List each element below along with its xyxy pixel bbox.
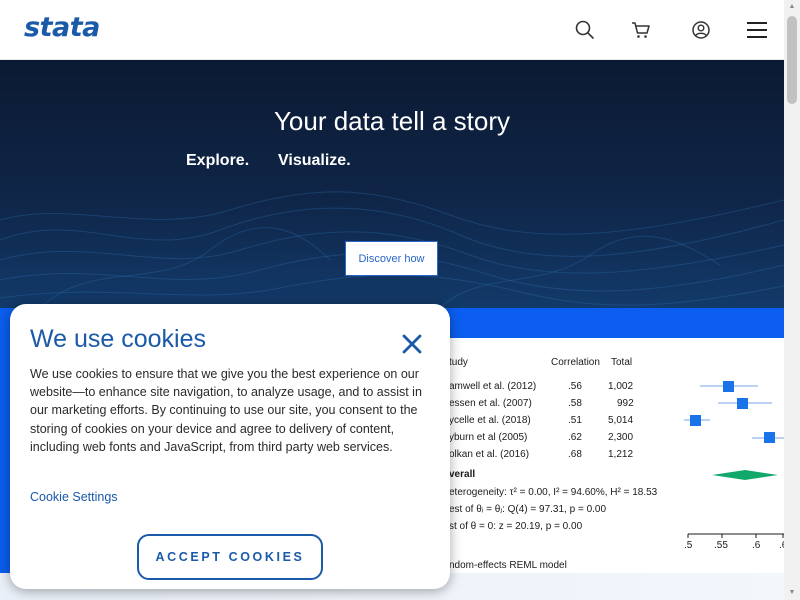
fp-axis-tick: .6 xyxy=(752,540,761,551)
fp-row-correlation: .56 xyxy=(568,381,582,392)
fp-row-correlation: .58 xyxy=(568,398,582,409)
fp-row-study: essen et al. (2007) xyxy=(449,398,532,409)
fp-marker xyxy=(723,381,734,392)
fp-row-total: 2,300 xyxy=(608,432,634,443)
cart-icon[interactable] xyxy=(627,16,655,44)
hero-banner: Your data tell a story Explore. Visualiz… xyxy=(0,60,784,308)
fp-row-study: ycelle et al. (2018) xyxy=(449,415,531,426)
site-header: stata xyxy=(0,0,784,60)
cookie-title: We use cookies xyxy=(30,325,207,353)
fp-header-correlation: Correlation xyxy=(551,357,600,368)
close-icon[interactable] xyxy=(399,331,425,357)
search-icon[interactable] xyxy=(571,16,599,44)
fp-overall-diamond xyxy=(712,470,778,480)
fp-heterogeneity: eterogeneity: τ² = 0.00, I² = 94.60%, H²… xyxy=(449,487,658,498)
fp-marker xyxy=(690,415,701,426)
fp-axis-tick: .5 xyxy=(684,540,693,551)
fp-row-total: 5,014 xyxy=(608,415,634,426)
stata-logo[interactable]: stata xyxy=(24,12,100,43)
fp-plot-graphic xyxy=(684,381,784,538)
fp-header-study: tudy xyxy=(449,357,468,368)
fp-marker xyxy=(764,432,775,443)
scroll-up-arrow-icon[interactable]: ▲ xyxy=(784,0,800,14)
accept-cookies-button[interactable]: ACCEPT COOKIES xyxy=(137,534,323,580)
fp-row-study: amwell et al. (2012) xyxy=(449,381,537,392)
scrollbar-thumb[interactable] xyxy=(787,16,797,104)
scroll-down-arrow-icon[interactable]: ▼ xyxy=(784,586,800,600)
fp-model-note: ndom-effects REML model xyxy=(449,560,567,571)
fp-marker xyxy=(737,398,748,409)
hero-title: Your data tell a story xyxy=(273,106,511,136)
hero-subtitle-visualize: Visualize. xyxy=(278,152,351,169)
fp-axis-tick: .55 xyxy=(714,540,728,551)
fp-overall-label: verall xyxy=(449,469,476,480)
cookie-dialog: We use cookies We use cookies to ensure … xyxy=(10,304,450,589)
fp-row-correlation: .62 xyxy=(568,432,582,443)
cookie-settings-link[interactable]: Cookie Settings xyxy=(30,490,118,504)
hero-subtitle-explore: Explore. xyxy=(186,152,250,169)
fp-row-correlation: .68 xyxy=(568,449,582,460)
fp-row-correlation: .51 xyxy=(568,415,582,426)
cookie-body-text: We use cookies to ensure that we give yo… xyxy=(30,367,422,454)
fp-row-total: 1,212 xyxy=(608,449,634,460)
fp-row-total: 992 xyxy=(617,398,634,409)
menu-icon[interactable] xyxy=(743,16,771,44)
fp-row-study: olkan et al. (2016) xyxy=(449,449,530,460)
fp-row-total: 1,002 xyxy=(608,381,634,392)
fp-test-theta: est of θᵢ = θⱼ: Q(4) = 97.31, p = 0.00 xyxy=(449,504,607,515)
discover-how-button[interactable]: Discover how xyxy=(345,241,438,276)
account-icon[interactable] xyxy=(687,16,715,44)
fp-header-total: Total xyxy=(611,357,633,368)
fp-row-study: yburn et al (2005) xyxy=(449,432,528,443)
fp-test-zero: st of θ = 0: z = 20.19, p = 0.00 xyxy=(449,521,583,532)
